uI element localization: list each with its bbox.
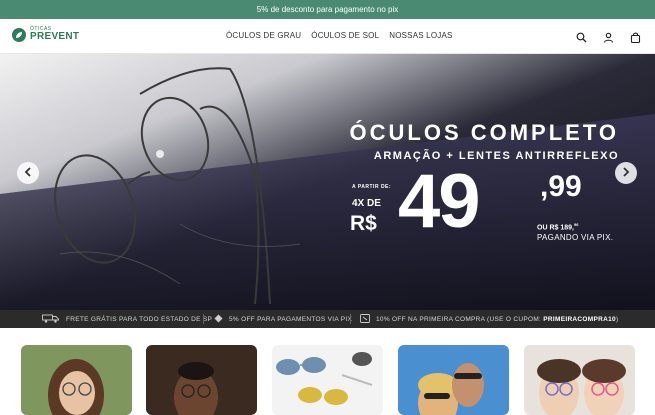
pix-icon	[214, 314, 223, 325]
hero-caption: Armação EDY*	[41, 124, 75, 130]
chevron-right-icon	[622, 166, 630, 180]
logo-leaf-icon	[12, 27, 26, 42]
promo-text: 5% de desconto para pagamento no pix	[256, 5, 399, 14]
category-card-kids[interactable]	[524, 345, 635, 415]
nav-nossas-lojas[interactable]: NOSSAS LOJAS	[389, 31, 452, 40]
price-from-label: A PARTIR DE:	[352, 184, 392, 190]
benefit-first-purchase: 10% OFF NA PRIMEIRA COMPRA (USE O CUPOM:…	[360, 314, 618, 325]
promo-bar: 5% de desconto para pagamento no pix	[0, 0, 655, 19]
price-installments-label: 4X DE	[352, 198, 381, 209]
carousel-prev-button[interactable]	[17, 162, 39, 184]
carousel-next-button[interactable]	[615, 162, 637, 184]
benefits-bar: FRETE GRÁTIS PARA TODO ESTADO DE SP 5% O…	[0, 310, 655, 328]
price-cash-label: OU R$ 189,96	[537, 222, 578, 231]
nav-oculos-de-grau[interactable]: ÓCULOS DE GRAU	[226, 31, 301, 40]
bag-icon[interactable]	[630, 30, 641, 44]
kids-with-glasses-photo	[524, 345, 635, 415]
category-card-women[interactable]	[21, 345, 132, 415]
benefit-text-group: 10% OFF NA PRIMEIRA COMPRA (USE O CUPOM:…	[376, 316, 618, 323]
price-decimal: ,99	[540, 170, 582, 203]
category-card-sunglasses[interactable]	[272, 345, 383, 415]
benefit-free-shipping: FRETE GRÁTIS PARA TODO ESTADO DE SP	[42, 314, 212, 325]
category-card-couple-sun[interactable]	[398, 345, 509, 415]
sunglasses-photo	[272, 345, 383, 415]
benefit-text: FRETE GRÁTIS PARA TODO ESTADO DE SP	[66, 316, 213, 323]
couple-sunglasses-photo	[398, 345, 509, 415]
benefit-pix-discount: 5% OFF PARA PAGAMENTOS VIA PIX	[214, 314, 352, 325]
category-cards	[0, 328, 655, 415]
divider	[203, 314, 204, 324]
header: ÓTICAS PREVENT ÓCULOS DE GRAU ÓCULOS DE …	[0, 19, 655, 54]
price-cash-cents: 96	[573, 222, 579, 227]
tag-icon	[360, 314, 370, 325]
woman-with-glasses-photo	[21, 345, 132, 415]
price-currency: R$	[350, 212, 377, 235]
hero-title: ÓCULOS COMPLETO	[349, 120, 619, 145]
divider	[350, 314, 351, 324]
coupon-code: PRIMEIRACOMPRA10	[543, 316, 616, 323]
benefit-text: 5% OFF PARA PAGAMENTOS VIA PIX	[229, 316, 353, 323]
search-icon[interactable]	[576, 30, 587, 43]
category-card-men[interactable]	[146, 345, 257, 415]
price-integer: 49	[398, 159, 481, 244]
benefit-text-suffix: )	[615, 316, 619, 323]
price-cash-text: OU R$ 189,	[537, 224, 574, 232]
truck-icon	[42, 314, 60, 325]
nav-oculos-de-sol[interactable]: ÓCULOS DE SOL	[311, 31, 379, 40]
hero-banner[interactable]: Armação EDY* ÓCULOS COMPLETO ARMAÇÃO + L…	[0, 54, 655, 310]
user-icon[interactable]	[603, 30, 614, 43]
man-with-glasses-photo	[146, 345, 257, 415]
main-nav: ÓCULOS DE GRAU ÓCULOS DE SOL NOSSAS LOJA…	[226, 31, 453, 40]
logo-brand-text: PREVENT	[30, 31, 80, 42]
chevron-left-icon	[24, 166, 32, 180]
benefit-text: 10% OFF NA PRIMEIRA COMPRA (USE O CUPOM:	[376, 316, 544, 323]
price-pix-label: PAGANDO VIA PIX.	[537, 233, 614, 242]
logo[interactable]: ÓTICAS PREVENT	[12, 27, 79, 42]
